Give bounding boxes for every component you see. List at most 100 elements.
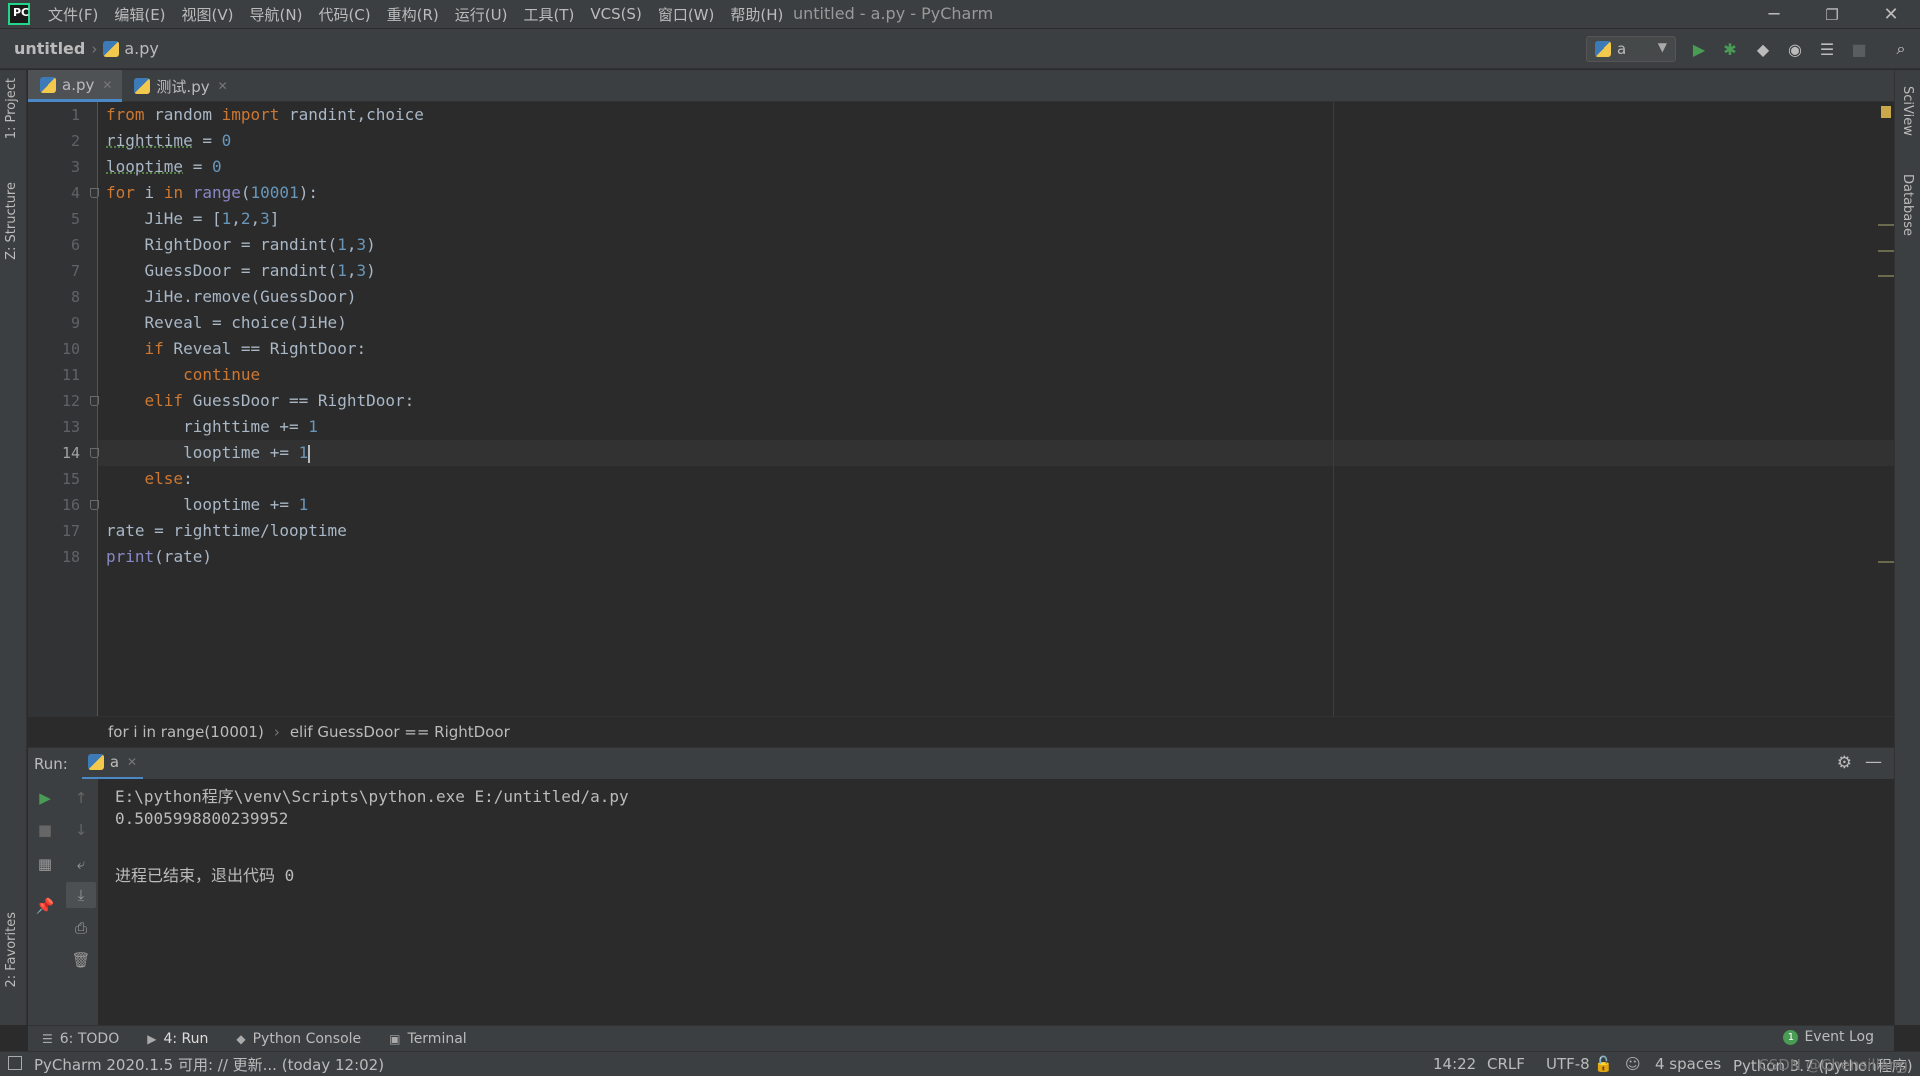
print-icon[interactable]: ⎙ [70, 917, 92, 939]
run-tab-a[interactable]: a ✕ [81, 748, 144, 780]
terminal-label: Terminal [407, 1030, 467, 1047]
window-title: untitled - a.py - PyCharm [793, 4, 994, 23]
code-line[interactable]: GuessDoor = randint(1,3) [106, 258, 376, 284]
search-icon[interactable]: ⌕ [1890, 38, 1912, 60]
coverage-icon[interactable]: ◆ [1752, 38, 1774, 60]
sciview-tool-tab[interactable]: SciView [1900, 86, 1915, 136]
run-configuration-select[interactable]: a ▼ [1586, 36, 1676, 62]
restore-button[interactable]: ❐ [1803, 0, 1861, 29]
todo-tool-tab[interactable]: ☰ 6: TODO [42, 1031, 119, 1047]
trash-icon[interactable]: 🗑 [70, 949, 92, 971]
fold-marker-icon[interactable] [90, 396, 99, 406]
code-editor[interactable]: 1 2 3 4 5 6 7 8 9 10 11 12 13 14 15 16 17 18 from random … [28, 102, 1894, 716]
minimize-button[interactable]: ─ [1745, 0, 1803, 29]
code-line[interactable]: RightDoor = randint(1,3) [106, 232, 376, 258]
run-tool-tab[interactable]: ▶ 4: Run [147, 1031, 208, 1047]
scroll-marker[interactable] [1878, 275, 1894, 277]
menu-refactor[interactable]: 重构(R) [387, 4, 439, 25]
debug-icon[interactable]: ✱ [1719, 38, 1741, 60]
breadcrumb-for-loop[interactable]: for i in range(10001) [108, 723, 264, 741]
code-line[interactable]: else: [106, 466, 193, 492]
fold-marker-icon[interactable] [90, 448, 99, 458]
close-icon[interactable]: ✕ [218, 79, 228, 93]
scroll-to-end-icon[interactable]: ⤓ [66, 882, 96, 908]
code-line[interactable]: continue [106, 362, 260, 388]
code-line[interactable]: righttime += 1 [106, 414, 318, 440]
run-console[interactable]: E:\python程序\venv\Scripts\python.exe E:/u… [98, 779, 1894, 1025]
menu-vcs[interactable]: VCS(S) [590, 5, 641, 23]
breadcrumb-project[interactable]: untitled [14, 39, 85, 58]
line-number: 17 [61, 522, 80, 540]
bottom-tool-bar: ☰ 6: TODO ▶ 4: Run ◆ Python Console ▣ Termin… [28, 1025, 1894, 1051]
profile-icon[interactable]: ◉ [1784, 38, 1806, 60]
code-line[interactable]: for i in range(10001): [106, 180, 318, 206]
scroll-marker[interactable] [1878, 224, 1894, 226]
event-log-button[interactable]: 1 Event Log [1783, 1029, 1874, 1045]
status-toggle-icon[interactable] [8, 1056, 22, 1070]
caret-position[interactable]: 14:22 [1433, 1055, 1476, 1073]
code-line[interactable]: rate = righttime/looptime [106, 518, 347, 544]
breadcrumb-elif[interactable]: elif GuessDoor == RightDoor [290, 723, 510, 741]
code-line[interactable]: righttime = 0 [106, 128, 231, 154]
close-icon[interactable]: ✕ [127, 755, 137, 769]
file-encoding[interactable]: UTF-8 [1546, 1055, 1590, 1073]
line-number: 4 [70, 184, 80, 202]
code-line[interactable]: JiHe.remove(GuessDoor) [106, 284, 357, 310]
terminal-tool-tab[interactable]: ▣ Terminal [389, 1031, 467, 1047]
code-line[interactable]: if Reveal == RightDoor: [106, 336, 367, 362]
code-line[interactable]: looptime += 1 [106, 492, 308, 518]
close-icon[interactable]: ✕ [102, 78, 112, 92]
status-message[interactable]: PyCharm 2020.1.5 可用: // 更新... (today 12:… [34, 1054, 384, 1075]
fold-marker-icon[interactable] [90, 500, 99, 510]
code-line[interactable]: Reveal = choice(JiHe) [106, 310, 347, 336]
code-line[interactable]: looptime = 0 [106, 154, 222, 180]
project-tool-tab[interactable]: 1: Project [4, 78, 19, 139]
stop-icon[interactable]: ■ [34, 819, 56, 841]
menu-edit[interactable]: 编辑(E) [114, 4, 165, 25]
menu-code[interactable]: 代码(C) [318, 4, 370, 25]
menu-run[interactable]: 运行(U) [455, 4, 508, 25]
soft-wrap-icon[interactable]: ⤶ [70, 853, 92, 875]
indent-setting[interactable]: 4 spaces [1655, 1055, 1721, 1073]
rerun-icon[interactable]: ▶ [34, 787, 56, 809]
fold-marker-icon[interactable] [90, 188, 99, 198]
code-line[interactable]: elif GuessDoor == RightDoor: [106, 388, 415, 414]
inspector-icon[interactable]: ☺ [1625, 1055, 1641, 1073]
warning-marker-icon[interactable] [1881, 106, 1891, 118]
layout-icon[interactable]: ▦ [34, 853, 56, 875]
code-line[interactable]: print(rate) [106, 544, 212, 570]
stop-icon[interactable]: ■ [1848, 38, 1870, 60]
tab-test-py[interactable]: 测试.py ✕ [122, 70, 237, 102]
menu-view[interactable]: 视图(V) [182, 4, 234, 25]
concurrency-icon[interactable]: ☰ [1816, 38, 1838, 60]
line-separator[interactable]: CRLF [1487, 1055, 1525, 1073]
menu-navigate[interactable]: 导航(N) [250, 4, 303, 25]
code-line[interactable]: looptime += 1 [106, 440, 311, 466]
breadcrumb-file[interactable]: a.py [124, 39, 159, 58]
left-tool-strip: 1: Project Z: Structure 2: Favorites [0, 70, 27, 1025]
hide-icon[interactable]: — [1865, 752, 1882, 772]
close-window-button[interactable]: ✕ [1862, 0, 1920, 29]
database-tool-tab[interactable]: Database [1900, 174, 1915, 236]
lock-icon[interactable]: 🔓 [1594, 1055, 1613, 1073]
menu-help[interactable]: 帮助(H) [730, 4, 783, 25]
menu-file[interactable]: 文件(F) [48, 4, 98, 25]
run-toolbar: ▶ ↑ ■ ↓ ▦ ⤶ ⤓ 📌 ⎙ 🗑 [28, 779, 98, 1025]
menu-window[interactable]: 窗口(W) [658, 4, 715, 25]
scroll-marker[interactable] [1878, 561, 1894, 563]
favorites-tool-tab[interactable]: 2: Favorites [4, 912, 19, 988]
pin-icon[interactable]: 📌 [34, 895, 56, 917]
code-line[interactable]: from random import randint,choice [106, 102, 424, 128]
arrow-up-icon[interactable]: ↑ [70, 787, 92, 809]
run-label: Run: [34, 754, 68, 773]
gear-icon[interactable]: ⚙ [1837, 753, 1852, 773]
arrow-down-icon[interactable]: ↓ [70, 819, 92, 841]
structure-tool-tab[interactable]: Z: Structure [4, 182, 19, 260]
python-console-tool-tab[interactable]: ◆ Python Console [236, 1031, 361, 1047]
tab-a-py[interactable]: a.py ✕ [28, 70, 123, 102]
code-line[interactable]: JiHe = [1,2,3] [106, 206, 280, 232]
scroll-marker[interactable] [1878, 250, 1894, 252]
run-tab-label: a [109, 753, 120, 771]
menu-tools[interactable]: 工具(T) [523, 4, 574, 25]
run-icon[interactable]: ▶ [1688, 38, 1710, 60]
